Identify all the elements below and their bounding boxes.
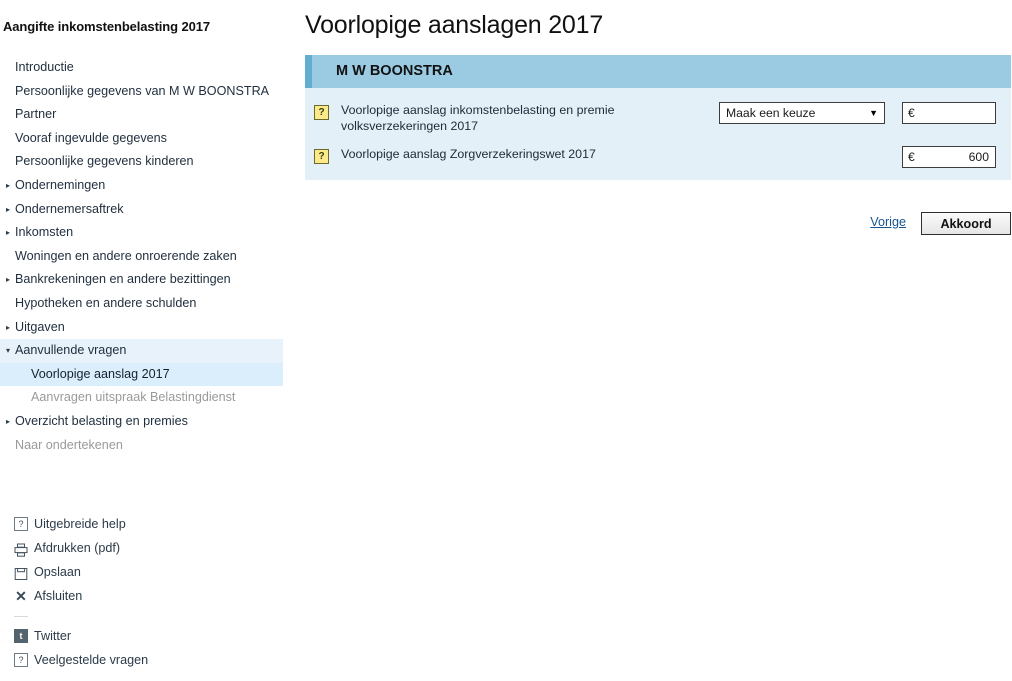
sidebar-item-label: Persoonlijke gegevens kinderen (15, 154, 194, 169)
row-label: Voorlopige aanslag inkomstenbelasting en… (341, 103, 615, 133)
sidebar-footer-group-links: t Twitter? Veelgestelde vragen (0, 616, 295, 672)
sidebar-item-partner[interactable]: Partner (0, 103, 295, 127)
sidebar-item-label: Inkomsten (15, 225, 74, 240)
footer-link-uitgebreide-help[interactable]: ? Uitgebreide help (0, 512, 295, 536)
footer-link-opslaan[interactable]: Opslaan (0, 560, 295, 584)
sidebar-item-label: Woningen en andere onroerende zaken (15, 248, 237, 263)
sidebar-item-persoonlijke-gegevens-kinderen[interactable]: Persoonlijke gegevens kinderen (0, 150, 295, 174)
sidebar-footer-group-tools: ? Uitgebreide help Afdrukken (pdf) Opslaan ✕… (0, 512, 295, 608)
sidebar-item-aanvullende-vragen[interactable]: ▾ Aanvullende vragen (0, 339, 283, 363)
sidebar-footer: ? Uitgebreide help Afdrukken (pdf) Opslaan ✕… (0, 512, 295, 672)
chevron-right-icon[interactable]: ▸ (3, 198, 13, 222)
sidebar-nav: Introductie Persoonlijke gegevens van M W… (0, 56, 295, 457)
question-box-icon: ? (14, 653, 28, 667)
help-question-icon[interactable]: ? (314, 105, 329, 120)
form-row: ? Voorlopige aanslag inkomstenbelasting … (305, 102, 1011, 140)
sidebar-item-label: Aanvragen uitspraak Belastingdienst (31, 390, 236, 405)
row-label: Voorlopige aanslag Zorgverzekeringswet 2… (341, 147, 596, 161)
footer-link-label: Afsluiten (34, 589, 83, 603)
footer-link-twitter[interactable]: t Twitter (0, 624, 295, 648)
chevron-right-icon[interactable]: ▸ (3, 410, 13, 434)
assessment-panel: M W BOONSTRA ? Voorlopige aanslag inkoms… (305, 55, 1011, 180)
sidebar-item-woningen-en-andere-onroerende-zaken[interactable]: Woningen en andere onroerende zaken (0, 245, 295, 269)
sidebar-item-label: Vooraf ingevulde gegevens (15, 130, 167, 145)
sidebar-item-overzicht-belasting-en-premies[interactable]: ▸ Overzicht belasting en premies (0, 410, 295, 434)
sidebar-item-label: Ondernemersaftrek (15, 201, 124, 216)
sidebar-item-label: Aanvullende vragen (15, 343, 127, 358)
panel-header-accent-bar (305, 55, 312, 88)
sidebar-title: Aangifte inkomstenbelasting 2017 (3, 19, 211, 34)
submit-agree-button[interactable]: Akkoord (921, 212, 1011, 235)
euro-currency-icon: € (908, 106, 915, 120)
main-content: Voorlopige aanslagen 2017 M W BOONSTRA ?… (295, 0, 1012, 681)
chevron-right-icon[interactable]: ▸ (3, 174, 13, 198)
assessment-choice-select[interactable]: Maak een keuze ▼ (719, 102, 885, 124)
chevron-right-icon[interactable]: ▸ (3, 316, 13, 340)
sidebar-item-label: Bankrekeningen en andere bezittingen (15, 272, 231, 287)
save-icon (14, 565, 28, 580)
footer-link-label: Uitgebreide help (34, 517, 126, 531)
sidebar-item-ondernemingen[interactable]: ▸ Ondernemingen (0, 174, 295, 198)
sidebar-item-label: Overzicht belasting en premies (15, 413, 188, 428)
sidebar-item-label: Partner (15, 107, 57, 122)
sidebar-item-bankrekeningen-en-andere-bezittingen[interactable]: ▸ Bankrekeningen en andere bezittingen (0, 268, 295, 292)
footer-link-afsluiten[interactable]: ✕ Afsluiten (0, 584, 295, 608)
sidebar-item-naar-ondertekenen: Naar ondertekenen (0, 434, 295, 458)
footer-link-label: Twitter (34, 629, 72, 643)
sidebar-item-ondernemersaftrek[interactable]: ▸ Ondernemersaftrek (0, 198, 295, 222)
panel-body: ? Voorlopige aanslag inkomstenbelasting … (305, 88, 1011, 180)
form-row: ? Voorlopige aanslag Zorgverzekeringswet… (305, 146, 1011, 172)
footer-link-label: Afdrukken (pdf) (34, 541, 121, 555)
sidebar-item-uitgaven[interactable]: ▸ Uitgaven (0, 316, 295, 340)
footer-link-label: Veelgestelde vragen (34, 653, 149, 667)
sidebar-item-persoonlijke-gegevens-van-m-w-boonstra[interactable]: Persoonlijke gegevens van M W BOONSTRA (0, 80, 295, 104)
application-window: Aangifte inkomstenbelasting 2017 Introdu… (0, 0, 1012, 681)
sidebar-item-aanvragen-uitspraak-belastingdienst: Aanvragen uitspraak Belastingdienst (0, 386, 295, 410)
sidebar-item-label: Hypotheken en andere schulden (15, 295, 197, 310)
chevron-down-icon[interactable]: ▾ (3, 339, 13, 363)
chevron-right-icon[interactable]: ▸ (3, 268, 13, 292)
euro-currency-icon: € (908, 150, 915, 164)
printer-icon (14, 541, 28, 557)
sidebar-item-label: Voorlopige aanslag 2017 (31, 366, 170, 381)
sidebar-item-label: Uitgaven (15, 319, 65, 334)
footer-link-label: Opslaan (34, 565, 81, 579)
sidebar-item-label: Persoonlijke gegevens van M W BOONSTRA (15, 83, 270, 98)
chevron-right-icon[interactable]: ▸ (3, 221, 13, 245)
panel-header: M W BOONSTRA (305, 55, 1011, 88)
previous-link[interactable]: Vorige (870, 215, 906, 229)
close-x-icon: ✕ (15, 588, 27, 604)
select-selected-value: Maak een keuze (726, 106, 816, 120)
sidebar-item-label: Ondernemingen (15, 177, 106, 192)
twitter-icon: t (14, 629, 28, 643)
footer-link-afdrukken-pdf[interactable]: Afdrukken (pdf) (0, 536, 295, 560)
sidebar-item-inkomsten[interactable]: ▸ Inkomsten (0, 221, 295, 245)
sidebar-item-label: Introductie (15, 60, 74, 74)
amount-input-health-insurance[interactable]: € 600 (902, 146, 996, 168)
sidebar-item-label: Naar ondertekenen (15, 437, 123, 452)
page-title: Voorlopige aanslagen 2017 (305, 11, 604, 39)
sidebar-item-vooraf-ingevulde-gegevens[interactable]: Vooraf ingevulde gegevens (0, 127, 295, 151)
footer-link-veelgestelde-vragen[interactable]: ? Veelgestelde vragen (0, 648, 295, 672)
sidebar-item-voorlopige-aanslag-2017[interactable]: Voorlopige aanslag 2017 (0, 362, 283, 387)
chevron-down-icon: ▼ (869, 108, 878, 118)
amount-value: 600 (968, 150, 989, 164)
amount-input-income-tax[interactable]: € (902, 102, 996, 124)
footer-divider (14, 616, 28, 617)
sidebar: Aangifte inkomstenbelasting 2017 Introdu… (0, 0, 295, 681)
question-box-icon: ? (14, 517, 28, 531)
form-actions: Vorige Akkoord (305, 212, 1011, 238)
sidebar-item-hypotheken-en-andere-schulden[interactable]: Hypotheken en andere schulden (0, 292, 295, 316)
sidebar-item-introductie[interactable]: Introductie (0, 56, 295, 80)
help-question-icon[interactable]: ? (314, 149, 329, 164)
panel-header-title: M W BOONSTRA (336, 63, 453, 79)
